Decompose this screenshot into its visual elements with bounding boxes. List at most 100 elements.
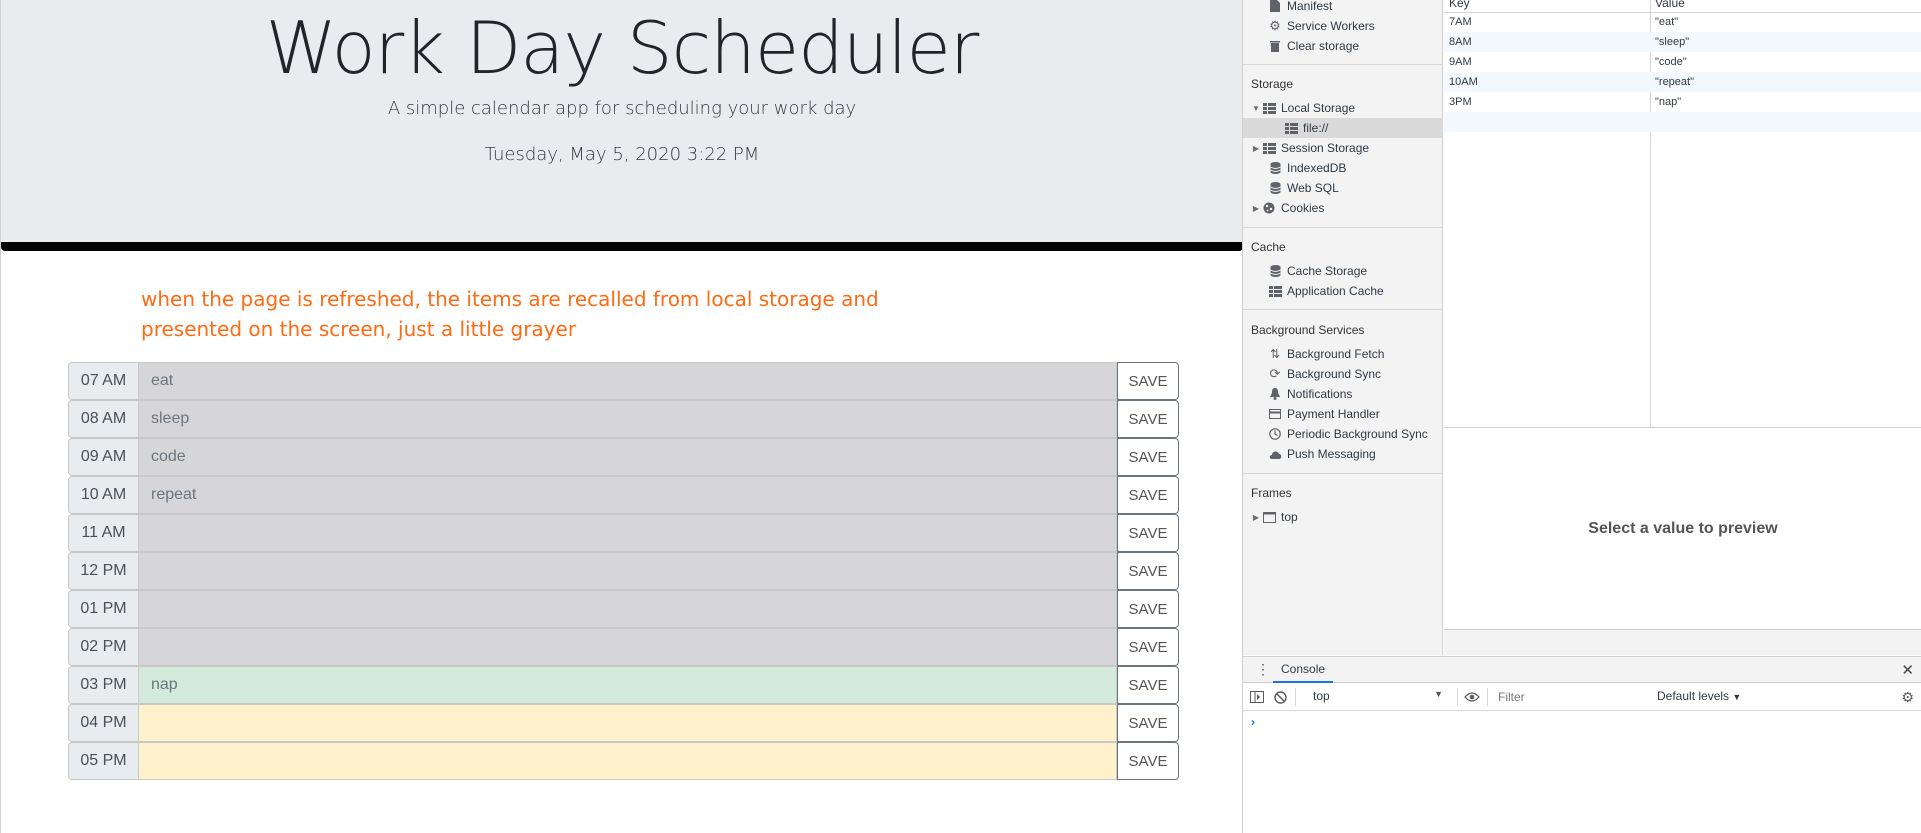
console-toolbar: top ▼ Default levels ▼ ⚙ [1243,683,1921,711]
current-day-display: Tuesday, May 5, 2020 3:22 PM [484,144,760,165]
sidebar-section-header: Background Services [1251,323,1365,337]
expanded-triangle-icon[interactable]: ▼ [1251,104,1261,113]
sidebar-item-local-storage[interactable]: ▼ Local Storage [1243,98,1443,118]
save-button[interactable]: SAVE [1117,438,1179,476]
sidebar-item-manifest[interactable]: Manifest [1243,0,1443,16]
hour-label: 07 AM [68,362,138,400]
sync-icon: ⟳ [1269,366,1281,381]
database-icon [1268,161,1282,175]
save-button[interactable]: SAVE [1117,704,1179,742]
cookie-icon [1262,201,1276,215]
save-button[interactable]: SAVE [1117,552,1179,590]
bell-icon [1268,387,1282,401]
description-textarea[interactable] [138,552,1117,590]
sidebar-item-cookies[interactable]: ▶ Cookies [1243,198,1443,218]
key-column-header[interactable]: Key [1449,0,1470,12]
time-block-row: 08 AM sleep SAVE [68,400,1179,438]
window-icon [1262,510,1276,524]
table-row[interactable]: 9AM "code" [1444,52,1921,72]
file-icon [1268,0,1282,13]
sidebar-item-background-sync[interactable]: ⟳ Background Sync [1243,364,1443,384]
sidebar-item-clear-storage[interactable]: Clear storage [1243,36,1443,56]
sidebar-item-application-cache[interactable]: Application Cache [1243,281,1443,301]
description-textarea[interactable]: eat [138,362,1117,400]
sidebar-item-web-sql[interactable]: Web SQL [1243,178,1443,198]
collapsed-triangle-icon[interactable]: ▶ [1251,144,1261,153]
collapsed-triangle-icon[interactable]: ▶ [1251,513,1261,522]
description-textarea[interactable] [138,628,1117,666]
storage-value-cell: "sleep" [1655,36,1690,48]
storage-key-cell: 10AM [1449,76,1478,88]
sidebar-item-periodic-background-sync[interactable]: Periodic Background Sync [1243,424,1443,444]
description-textarea[interactable] [138,590,1117,628]
save-button[interactable]: SAVE [1117,666,1179,704]
table-row[interactable]: 3PM "nap" [1444,92,1921,112]
sidebar-item-file[interactable]: file:// [1243,118,1443,138]
table-row[interactable] [1444,112,1921,132]
clear-console-icon[interactable] [1272,689,1288,705]
time-block-row: 01 PM SAVE [68,590,1179,628]
sidebar-item-payment-handler[interactable]: Payment Handler [1243,404,1443,424]
schedule-container: 07 AM eat SAVE 08 AM sleep SAVE 09 AM code SAVE 1… [68,362,1179,780]
save-button[interactable]: SAVE [1117,362,1179,400]
value-column-header[interactable]: Value [1655,0,1685,12]
sidebar-item-background-fetch[interactable]: ⇅ Background Fetch [1243,344,1443,364]
table-row[interactable]: 10AM "repeat" [1444,72,1921,92]
sidebar-item-top[interactable]: ▶ top [1243,507,1443,527]
sidebar-section-header: Cache [1251,240,1286,254]
save-button[interactable]: SAVE [1117,628,1179,666]
sidebar-item-label: Session Storage [1281,141,1370,155]
sidebar-item-cache-storage[interactable]: Cache Storage [1243,261,1443,281]
sidebar-item-label: Local Storage [1281,101,1356,115]
cloud-icon [1268,447,1282,461]
sidebar-item-notifications[interactable]: Notifications [1243,384,1443,404]
hour-label: 08 AM [68,400,138,438]
console-filter-input[interactable] [1493,688,1643,706]
sidebar-item-label: Push Messaging [1287,447,1376,461]
save-button[interactable]: SAVE [1117,590,1179,628]
drawer-tabbar: ⋮ Console ✕ [1243,656,1921,683]
eye-icon[interactable] [1464,689,1480,705]
sidebar-item-indexeddb[interactable]: IndexedDB [1243,158,1443,178]
console-prompt-icon: › [1251,715,1255,729]
tab-console[interactable]: Console [1273,657,1334,683]
storage-key-cell: 9AM [1449,56,1472,68]
save-button[interactable]: SAVE [1117,742,1179,780]
annotation-line-2: presented on the screen, just a little g… [141,317,577,341]
sidebar-item-label: top [1281,510,1298,524]
save-button[interactable]: SAVE [1117,476,1179,514]
description-textarea[interactable] [138,514,1117,552]
storage-key-cell: 8AM [1449,36,1472,48]
save-button[interactable]: SAVE [1117,400,1179,438]
sidebar-item-label: Manifest [1287,0,1333,13]
storage-value-cell: "code" [1655,56,1687,68]
hour-label: 12 PM [68,552,138,590]
time-block-row: 11 AM SAVE [68,514,1179,552]
sidebar-divider [1243,227,1443,228]
table-row[interactable]: 8AM "sleep" [1444,32,1921,52]
database-icon [1268,181,1282,195]
drawer-menu-icon[interactable]: ⋮ [1256,662,1270,676]
collapsed-triangle-icon[interactable]: ▶ [1251,204,1261,213]
time-block-row: 07 AM eat SAVE [68,362,1179,400]
sidebar-item-service-workers[interactable]: ⚙ Service Workers [1243,16,1443,36]
console-output[interactable]: › [1243,711,1921,833]
sidebar-item-push-messaging[interactable]: Push Messaging [1243,444,1443,464]
context-selector[interactable]: top ▼ [1313,689,1443,705]
sidebar-item-session-storage[interactable]: ▶ Session Storage [1243,138,1443,158]
description-textarea[interactable]: sleep [138,400,1117,438]
description-textarea[interactable] [138,704,1117,742]
table-row[interactable]: 7AM "eat" [1444,12,1921,32]
card-icon [1268,407,1282,421]
log-levels-dropdown[interactable]: Default levels ▼ [1657,689,1741,703]
description-textarea[interactable]: nap [138,666,1117,704]
description-textarea[interactable]: code [138,438,1117,476]
sidebar-toggle-icon[interactable] [1249,689,1265,705]
close-icon[interactable]: ✕ [1901,661,1914,679]
gear-icon[interactable]: ⚙ [1901,689,1914,706]
description-textarea[interactable]: repeat [138,476,1117,514]
annotation-line-1: when the page is refreshed, the items ar… [141,287,879,311]
description-textarea[interactable] [138,742,1117,780]
dropdown-arrow-icon: ▼ [1732,692,1742,702]
save-button[interactable]: SAVE [1117,514,1179,552]
